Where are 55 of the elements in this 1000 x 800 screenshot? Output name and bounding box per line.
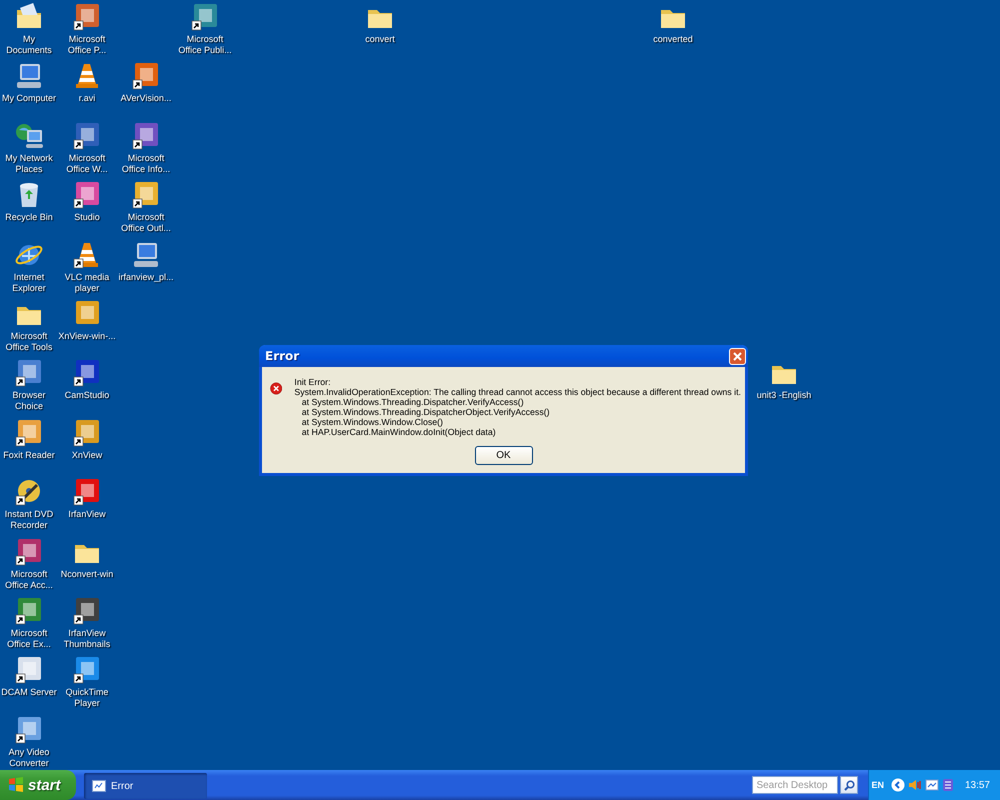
desktop-icon-label[interactable]: Microsoft Office P... bbox=[58, 34, 116, 55]
desktop-icon-label[interactable]: Recycle Bin bbox=[5, 212, 53, 222]
desktop-icon-label[interactable]: VLC media player bbox=[58, 272, 116, 293]
chevron-icon[interactable] bbox=[890, 778, 905, 792]
desktop-icon-label[interactable]: Microsoft Office Ex... bbox=[0, 628, 58, 649]
ok-button[interactable]: OK bbox=[474, 446, 532, 465]
desktop-icon-label[interactable]: Foxit Reader bbox=[3, 450, 55, 460]
desktop-icon-label[interactable]: XnView bbox=[72, 450, 102, 460]
taskbar-button[interactable]: Error bbox=[84, 773, 207, 799]
desktop-icon-label[interactable]: Instant DVD Recorder bbox=[0, 509, 58, 530]
desktop-icon-label[interactable]: converted bbox=[653, 34, 693, 44]
monitor-icon[interactable] bbox=[924, 778, 939, 792]
desktop-icon-label[interactable]: Microsoft Office Outl... bbox=[117, 212, 175, 233]
desktop-icon-label[interactable]: XnView-win-... bbox=[58, 331, 116, 342]
clock: 13:57 bbox=[964, 780, 990, 790]
desktop-icon-label[interactable]: Microsoft Office Publi... bbox=[176, 34, 234, 55]
window-title: Error bbox=[264, 349, 300, 363]
desktop-icon-label[interactable]: DCAM Server bbox=[1, 687, 57, 698]
close-icon bbox=[733, 352, 742, 360]
search-button[interactable] bbox=[840, 776, 858, 794]
speaker-icon[interactable] bbox=[908, 778, 922, 792]
desktop-icon-label[interactable]: Microsoft Office Acc... bbox=[0, 569, 58, 590]
desktop-icon-label[interactable]: convert bbox=[365, 34, 395, 44]
desktop-icon-label[interactable]: CamStudio bbox=[64, 390, 110, 400]
error-heading: Init Error: bbox=[294, 377, 332, 387]
desktop-icon-label[interactable]: Microsoft Office Tools bbox=[0, 331, 58, 352]
desktop-icon-label[interactable]: Internet Explorer bbox=[0, 272, 58, 293]
desktop-icon-label[interactable]: QuickTime Player bbox=[58, 687, 116, 708]
desktop-icon-label[interactable]: IrfanView bbox=[68, 509, 106, 520]
error-message-line: System.InvalidOperationException: The calling thread cannot access this object because a different thread owns it. bbox=[294, 387, 741, 397]
desktop-icon-label[interactable]: Browser Choice bbox=[0, 390, 58, 411]
desktop-icon-label[interactable]: IrfanView Thumbnails bbox=[58, 628, 116, 649]
window-icon bbox=[92, 780, 106, 792]
desktop-icon-label[interactable]: My Documents bbox=[0, 34, 58, 55]
desktop-icon-label[interactable]: Nconvert-win bbox=[60, 569, 114, 580]
search-field[interactable]: Search Desktop bbox=[752, 776, 838, 794]
desktop-icon-label[interactable]: irfanview_pl... bbox=[118, 272, 174, 282]
desktop-icon-label[interactable]: Microsoft Office Info... bbox=[117, 153, 175, 174]
desktop-icon-label[interactable]: Microsoft Office W... bbox=[58, 153, 116, 174]
desktop-icon-label[interactable]: Studio bbox=[74, 212, 100, 222]
list-icon[interactable] bbox=[942, 778, 954, 792]
windows-flag-icon bbox=[8, 777, 24, 793]
start-button[interactable]: start bbox=[0, 770, 76, 800]
desktop-icon-label[interactable]: Any Video Converter bbox=[0, 747, 58, 768]
desktop-icon-label[interactable]: r.avi bbox=[78, 93, 96, 104]
error-message-line: at HAP.UserCard.MainWindow.doInit(Object data) bbox=[300, 427, 497, 437]
desktop-icon-label[interactable]: unit3 -English bbox=[756, 390, 812, 400]
desktop-icon-label[interactable]: My Computer bbox=[2, 93, 56, 104]
close-button[interactable] bbox=[729, 348, 746, 364]
error-message-line: at System.Windows.Window.Close() bbox=[300, 417, 444, 427]
error-message-line: at System.Windows.Threading.DispatcherObject.VerifyAccess() bbox=[300, 407, 551, 417]
desktop-icon-label[interactable]: AVerVision... bbox=[120, 93, 172, 104]
desktop-icon-label[interactable]: My Network Places bbox=[0, 153, 58, 174]
error-message-line: at System.Windows.Threading.Dispatcher.VerifyAccess() bbox=[300, 397, 525, 407]
search-icon bbox=[844, 780, 855, 790]
